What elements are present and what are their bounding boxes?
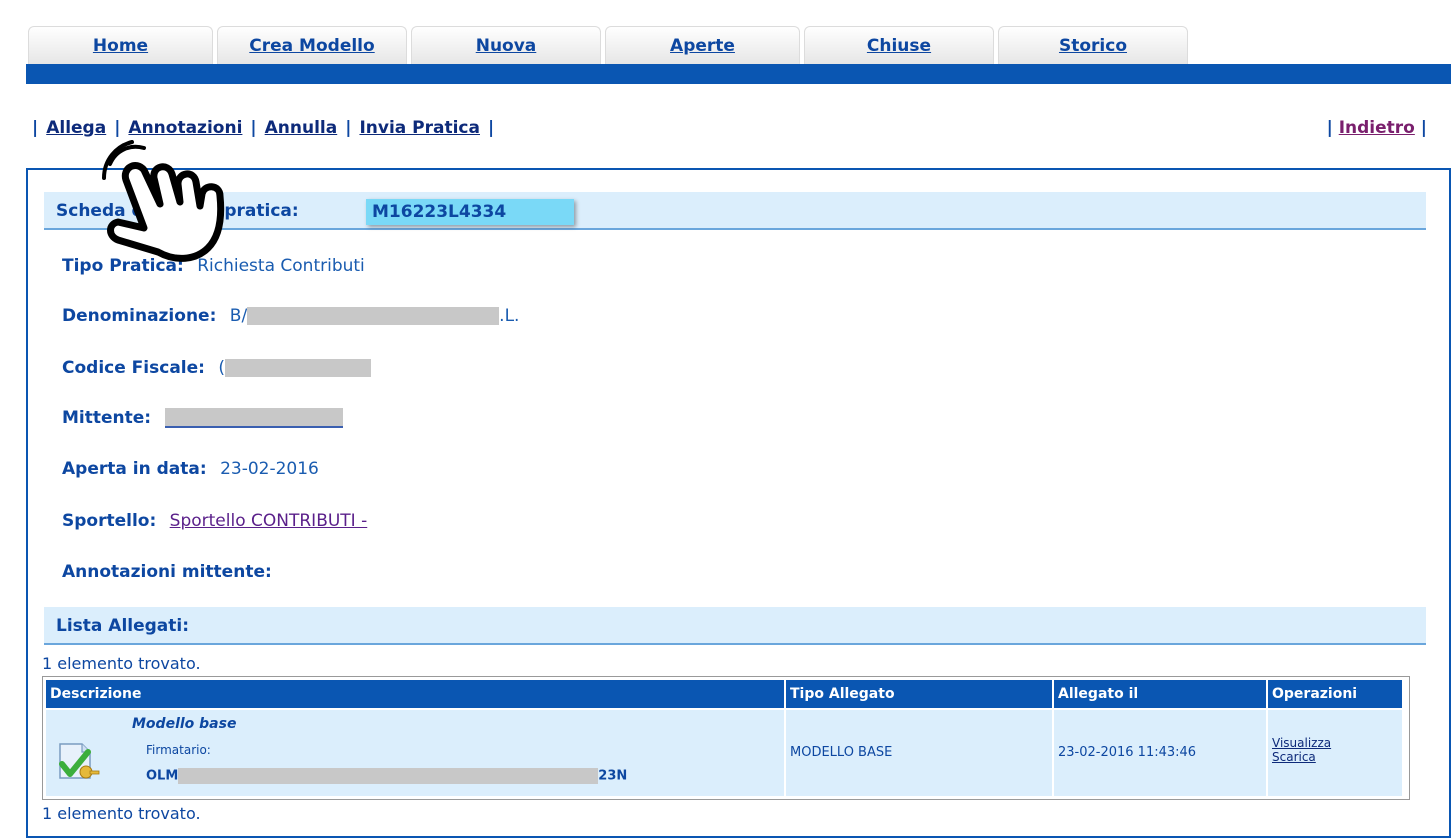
tab-nuova-label[interactable]: Nuova xyxy=(476,36,537,56)
firmatario-label: Firmatario: xyxy=(146,743,211,757)
annotazioni-label: Annotazioni mittente: xyxy=(62,562,272,582)
scarica-link[interactable]: Scarica xyxy=(1272,750,1402,764)
allegati-header: Lista Allegati: xyxy=(44,607,1426,645)
separator: | xyxy=(32,118,39,138)
nav-bar xyxy=(26,64,1451,84)
allegato-il-cell: 23-02-2016 11:43:46 xyxy=(1054,710,1266,796)
tab-chiuse[interactable]: Chiuse xyxy=(804,26,994,64)
invia-pratica-link[interactable]: Invia Pratica xyxy=(359,118,480,138)
redacted-block xyxy=(247,307,500,325)
separator: | xyxy=(114,118,121,138)
col-tipo-allegato[interactable]: Tipo Allegato xyxy=(786,680,1052,708)
tipo-allegato-cell: MODELLO BASE xyxy=(786,710,1052,796)
separator: | xyxy=(1326,118,1333,138)
col-operazioni: Operazioni xyxy=(1268,680,1402,708)
action-bar: | Allega | Annotazioni | Annulla | Invia Pratic… xyxy=(32,118,502,138)
aperta-value: 23-02-2016 xyxy=(220,459,319,479)
tab-home[interactable]: Home xyxy=(28,26,213,64)
tab-crea-modello[interactable]: Crea Modello xyxy=(217,26,407,64)
col-descrizione[interactable]: Descrizione xyxy=(46,680,784,708)
sportello-row: Sportello: Sportello CONTRIBUTI - xyxy=(62,511,367,531)
back-nav: | Indietro | xyxy=(1327,118,1427,138)
annulla-link[interactable]: Annulla xyxy=(265,118,338,138)
codice-fiscale-prefix: ( xyxy=(218,358,225,378)
aperta-label: Aperta in data: xyxy=(62,459,207,479)
redacted-block xyxy=(225,359,371,377)
sportello-link[interactable]: Sportello CONTRIBUTI - xyxy=(170,511,368,531)
tab-home-label[interactable]: Home xyxy=(93,36,148,56)
table-row: Modello base Firmatario: OLM 23N xyxy=(46,710,784,796)
top-strip xyxy=(0,0,1455,8)
redacted-block[interactable] xyxy=(164,408,343,428)
pratica-code: M16223L4334 xyxy=(366,199,574,225)
tab-nuova[interactable]: Nuova xyxy=(411,26,601,64)
tab-storico-label[interactable]: Storico xyxy=(1059,36,1127,56)
denominazione-label: Denominazione: xyxy=(62,306,217,326)
codice-fiscale-row: Codice Fiscale: ( xyxy=(62,358,371,378)
visualizza-link[interactable]: Visualizza xyxy=(1272,736,1402,750)
denominazione-suffix: .L. xyxy=(499,306,520,326)
allegati-table: Descrizione Tipo Allegato Allegato il Op… xyxy=(42,676,1410,800)
tab-aperte-label[interactable]: Aperte xyxy=(670,36,735,56)
codice-fiscale-label: Codice Fiscale: xyxy=(62,358,205,378)
mittente-label: Mittente: xyxy=(62,408,152,428)
main-tabs: Home Crea Modello Nuova Aperte Chiuse St… xyxy=(28,26,1192,64)
separator: | xyxy=(1420,118,1427,138)
mittente-row: Mittente: xyxy=(62,408,343,428)
separator: | xyxy=(345,118,352,138)
allega-link[interactable]: Allega xyxy=(46,118,106,138)
separator: | xyxy=(250,118,257,138)
redacted-block xyxy=(178,768,599,784)
denominazione-prefix: B/ xyxy=(229,306,248,326)
tab-aperte[interactable]: Aperte xyxy=(605,26,800,64)
aperta-row: Aperta in data: 23-02-2016 xyxy=(62,459,319,479)
tab-chiuse-label[interactable]: Chiuse xyxy=(867,36,931,56)
signed-document-icon xyxy=(54,740,100,782)
firmatario-prefix: OLM xyxy=(146,768,179,784)
firmatario-suffix: 23N xyxy=(598,768,628,784)
firmatario-value: OLM 23N xyxy=(146,768,627,784)
tab-crea-modello-label[interactable]: Crea Modello xyxy=(249,36,374,56)
annotazioni-link[interactable]: Annotazioni xyxy=(128,118,242,138)
found-count-top: 1 elemento trovato. xyxy=(42,654,201,673)
detail-header: Scheda dettaglio pratica: M16223L4334 xyxy=(44,192,1426,230)
allegati-title: Lista Allegati: xyxy=(56,616,190,636)
sportello-label: Sportello: xyxy=(62,511,157,531)
col-allegato-il[interactable]: Allegato il xyxy=(1054,680,1266,708)
found-count-bottom: 1 elemento trovato. xyxy=(42,804,201,823)
hand-pointer-icon xyxy=(96,140,246,270)
tab-storico[interactable]: Storico xyxy=(998,26,1188,64)
separator: | xyxy=(487,118,495,138)
operazioni-cell: Visualizza Scarica xyxy=(1268,710,1402,796)
annotazioni-row: Annotazioni mittente: xyxy=(62,562,272,582)
attachment-title: Modello base xyxy=(132,716,237,732)
denominazione-row: Denominazione: B/ .L. xyxy=(62,306,519,326)
indietro-link[interactable]: Indietro xyxy=(1339,118,1415,138)
